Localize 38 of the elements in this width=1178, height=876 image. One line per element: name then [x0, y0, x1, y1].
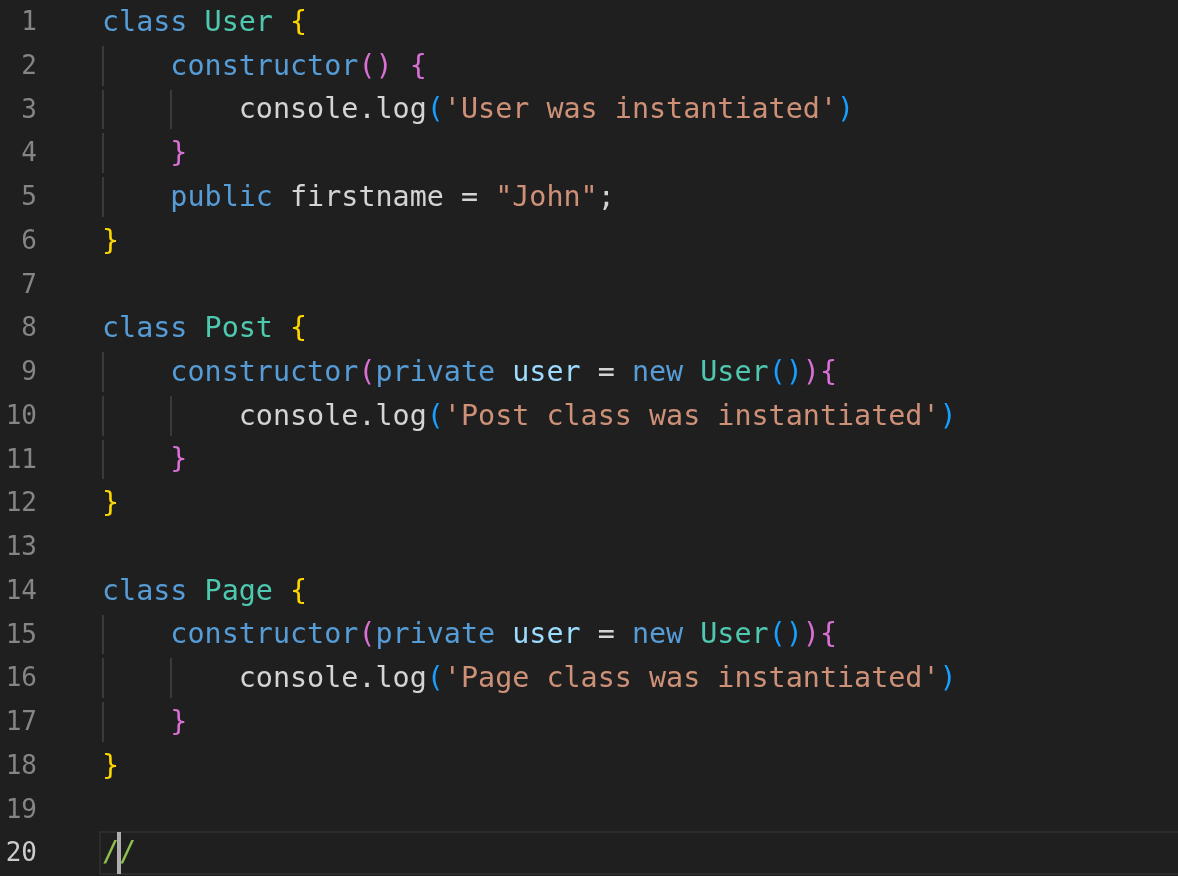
code-line: constructor() { [169, 48, 427, 83]
code-line: } [169, 704, 188, 739]
code-line: // [102, 832, 137, 875]
line-number: 10 [4, 398, 37, 432]
line-number: 11 [4, 442, 37, 476]
line-number: 1 [20, 5, 37, 38]
line-number: 20 [4, 836, 37, 870]
code-line: console.log('Post class was instantiated') [237, 398, 957, 433]
line-number: 19 [4, 792, 37, 826]
code-line: constructor(private user = new User()){ [169, 354, 837, 389]
code-line: } [169, 442, 188, 477]
line-number: 3 [20, 92, 37, 126]
code-line: console.log('User was instantiated') [237, 92, 855, 127]
line-number: 7 [20, 267, 37, 301]
code-line: } [102, 223, 120, 258]
code-line: class Page { [102, 573, 308, 608]
line-number: 15 [4, 617, 37, 651]
code-line: } [102, 486, 120, 521]
code-line: } [102, 748, 120, 783]
line-number: 4 [20, 136, 37, 170]
line-number: 18 [4, 748, 37, 782]
code-line: public firstname = "John"; [169, 179, 615, 214]
code-line: class User { [102, 4, 308, 39]
line-number: 13 [4, 530, 37, 563]
line-number: 9 [20, 355, 37, 388]
line-number: 16 [4, 661, 37, 695]
line-number: 17 [4, 705, 37, 738]
line-number: 6 [20, 223, 37, 257]
line-number: 5 [20, 180, 37, 213]
code-line: class Post { [102, 311, 308, 346]
code-line: } [169, 136, 188, 171]
line-number: 8 [20, 311, 37, 345]
line-number: 12 [4, 486, 37, 520]
code-line: console.log('Page class was instantiated') [237, 661, 957, 696]
text-cursor [117, 832, 122, 875]
line-number: 14 [4, 573, 37, 607]
code-line: constructor(private user = new User()){ [169, 617, 837, 652]
line-number: 2 [20, 48, 37, 82]
